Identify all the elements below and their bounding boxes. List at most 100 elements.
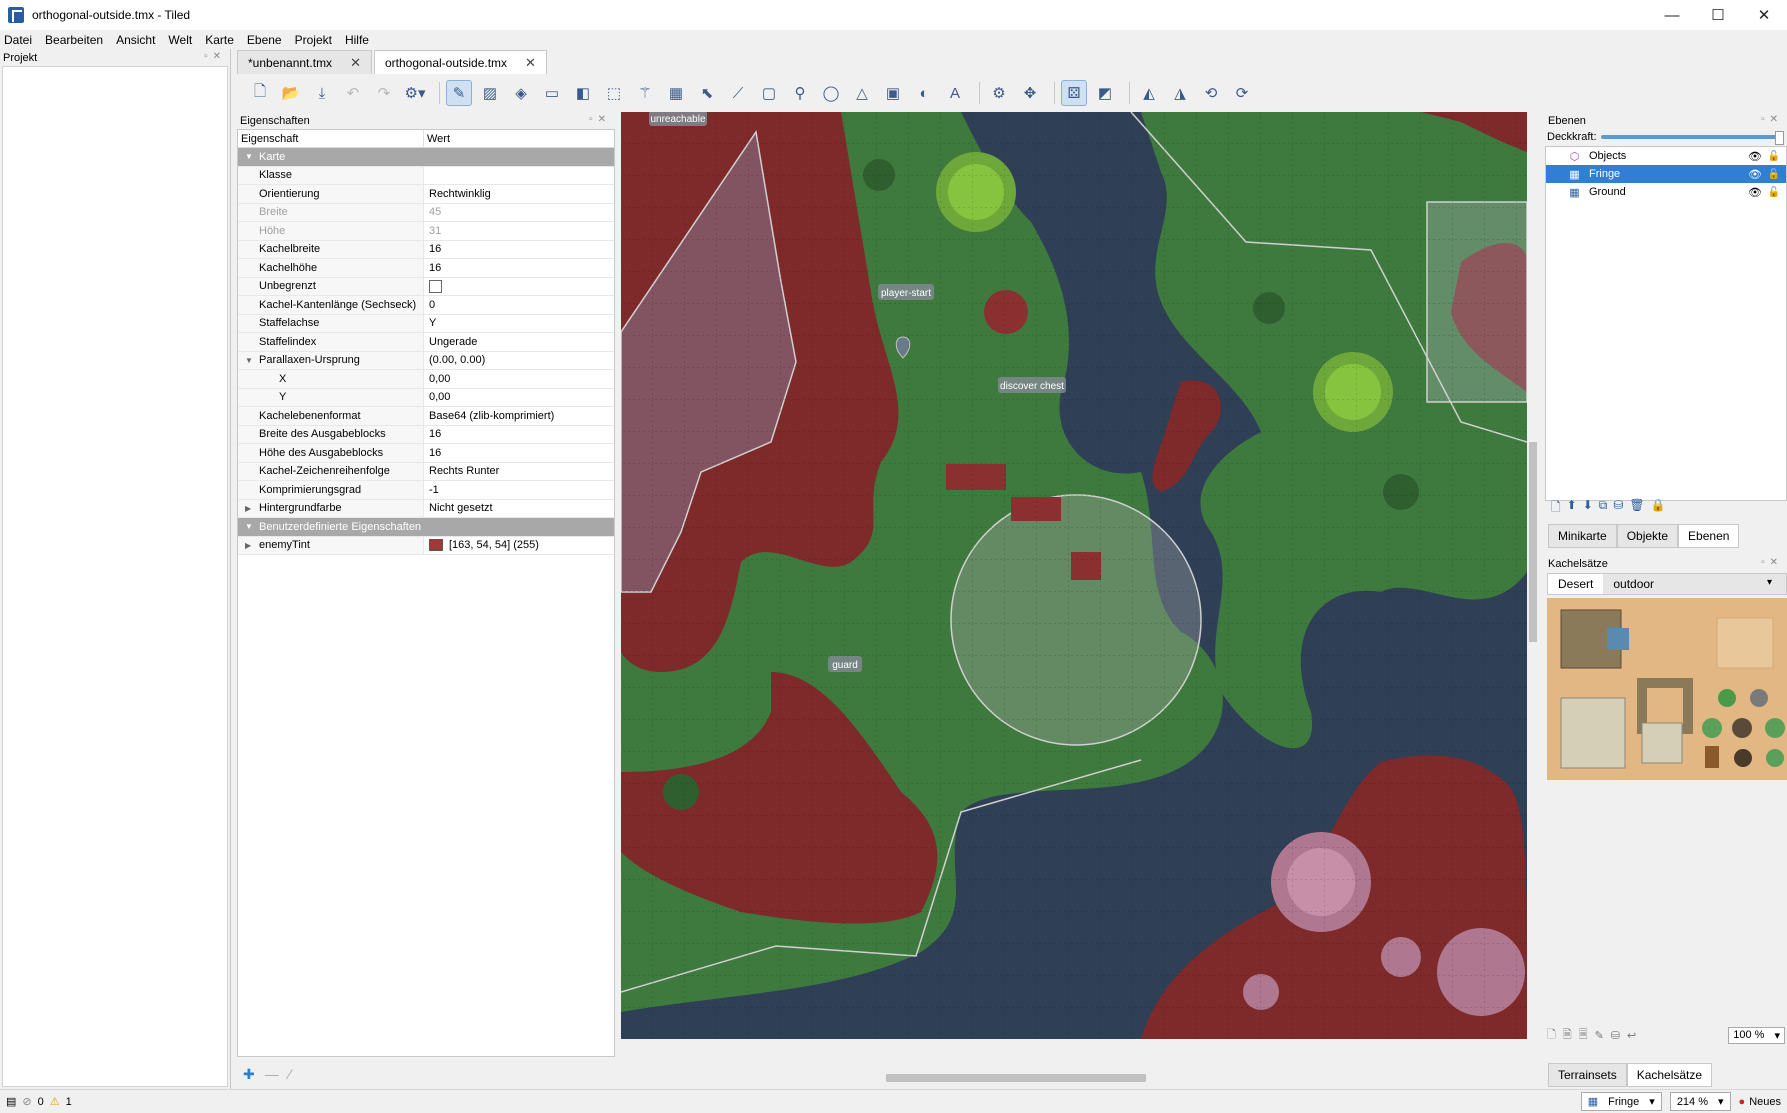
tab-outdoor[interactable]: outdoor (1603, 574, 1664, 594)
lock-icon[interactable]: 🔓 (1768, 151, 1780, 162)
map-vertical-scrollbar[interactable] (1527, 112, 1539, 1072)
menu-bearbeiten[interactable]: Bearbeiten (45, 33, 103, 47)
menu-hilfe[interactable]: Hilfe (345, 33, 369, 47)
select-objects-icon[interactable]: ⬉ (694, 80, 720, 106)
terrain-brush-icon[interactable]: ▨ (477, 80, 503, 106)
stamp-brush-icon[interactable]: ✎ (446, 80, 472, 106)
map-horizontal-scrollbar[interactable] (621, 1072, 1527, 1084)
merge-layer-icon[interactable]: ⛁ (1613, 498, 1623, 519)
flip-horizontal-icon[interactable]: ◭ (1136, 80, 1162, 106)
shape-fill-icon[interactable]: ▭ (539, 80, 565, 106)
prop-row[interactable]: Höhe des Ausgabeblocks 16 (238, 444, 614, 463)
commands-icon[interactable]: ⚙▾ (402, 80, 428, 106)
zoom-combo[interactable]: 214 % ▾ (1669, 1092, 1731, 1111)
delete-layer-icon[interactable]: 🗑 (1629, 498, 1644, 519)
edit-polygons-icon[interactable]: ⟋ (725, 80, 751, 106)
opacity-slider[interactable] (1600, 131, 1785, 145)
panel-float-close-icons[interactable]: ▫✕ (1761, 114, 1783, 125)
tab-objekte[interactable]: Objekte (1616, 524, 1679, 548)
bucket-fill-icon[interactable]: ◈ (508, 80, 534, 106)
visibility-eye-icon[interactable]: 👁 (1748, 150, 1762, 163)
embed-tileset-icon[interactable]: 🗎 (1563, 1026, 1572, 1045)
add-property-icon[interactable]: ✚ (243, 1066, 255, 1083)
export-tileset-icon[interactable]: 🗏 (1579, 1026, 1588, 1045)
project-tree[interactable] (2, 66, 228, 1087)
color-swatch[interactable] (429, 539, 443, 552)
infinite-checkbox[interactable] (429, 279, 442, 293)
undo-icon[interactable]: ↶ (340, 80, 366, 106)
dynamic-wrapping-icon[interactable]: ↩ (1627, 1029, 1636, 1042)
open-file-icon[interactable]: 📂 (278, 80, 304, 106)
prop-row[interactable]: Kachelbreite 16 (238, 240, 614, 259)
prop-row[interactable]: Klasse (238, 166, 614, 185)
wang-fill-icon[interactable]: ◩ (1092, 80, 1118, 106)
prop-row[interactable]: Staffelindex Ungerade (238, 333, 614, 352)
insert-ellipse-icon[interactable]: ◯ (818, 80, 844, 106)
menu-ansicht[interactable]: Ansicht (116, 33, 155, 47)
menu-datei[interactable]: Datei (4, 33, 32, 47)
close-tab-icon[interactable]: ✕ (350, 55, 361, 71)
prop-row[interactable]: Breite des Ausgabeblocks 16 (238, 425, 614, 444)
lower-layer-icon[interactable]: ⬇ (1583, 498, 1593, 519)
prop-row-enemytint[interactable]: ▶ enemyTint [163, 54, 54] (255) (238, 536, 614, 555)
prop-row[interactable]: Kachel-Zeichenreihenfolge Rechts Runter (238, 462, 614, 481)
remove-tileset-icon[interactable]: ⛁ (1611, 1029, 1620, 1042)
random-mode-icon[interactable]: ⚄ (1061, 80, 1087, 106)
layer-ground[interactable]: ▦ Ground 👁 🔓 (1546, 183, 1786, 201)
prop-row-parallax[interactable]: ▼ Parallaxen-Ursprung (0.00, 0.00) (238, 351, 614, 370)
panel-float-close-icons[interactable]: ▫✕ (204, 51, 226, 62)
new-file-icon[interactable]: 🗋 (247, 80, 273, 106)
menu-karte[interactable]: Karte (205, 33, 234, 47)
select-same-tile-icon[interactable]: ▦ (663, 80, 689, 106)
insert-text-icon[interactable]: A (942, 80, 968, 106)
lock-layers-icon[interactable]: 🔒 (1651, 498, 1666, 519)
maximize-button[interactable]: ☐ (1695, 0, 1741, 30)
label-player-start[interactable]: player-start (878, 284, 934, 300)
scroll-thumb[interactable] (886, 1074, 1146, 1082)
flip-vertical-icon[interactable]: ◮ (1167, 80, 1193, 106)
prop-row[interactable]: Y 0,00 (238, 388, 614, 407)
new-layer-icon[interactable]: 🗋 (1551, 498, 1561, 519)
col-eigenschaft[interactable]: Eigenschaft (238, 130, 424, 147)
eraser-icon[interactable]: ◧ (570, 80, 596, 106)
visibility-eye-icon[interactable]: 👁 (1748, 168, 1762, 181)
prop-row[interactable]: Kachel-Kantenlänge (Sechseck) 0 (238, 296, 614, 315)
rename-property-icon[interactable]: ∕ (289, 1066, 291, 1083)
rotate-left-icon[interactable]: ⟲ (1198, 80, 1224, 106)
menu-projekt[interactable]: Projekt (295, 33, 332, 47)
insert-point-icon[interactable]: ⚲ (787, 80, 813, 106)
panel-float-close-icons[interactable]: ▫✕ (1761, 557, 1783, 568)
menu-ebene[interactable]: Ebene (247, 33, 282, 47)
prop-row[interactable]: Staffelachse Y (238, 314, 614, 333)
group-karte[interactable]: ▼ Karte (238, 148, 614, 167)
lock-icon[interactable]: 🔓 (1768, 169, 1780, 180)
menu-welt[interactable]: Welt (168, 33, 192, 47)
tab-desert[interactable]: Desert (1548, 574, 1604, 594)
world-tool-icon[interactable]: ⚙ (986, 80, 1012, 106)
visibility-eye-icon[interactable]: 👁 (1748, 186, 1762, 199)
close-button[interactable]: ✕ (1741, 0, 1787, 30)
prop-row-bgcolor[interactable]: ▶ Hintergrundfarbe Nicht gesetzt (238, 499, 614, 518)
tab-minikarte[interactable]: Minikarte (1548, 524, 1617, 548)
insert-rectangle-icon[interactable]: ▢ (756, 80, 782, 106)
news-button[interactable]: ● Neues (1739, 1096, 1781, 1108)
magic-wand-icon[interactable]: ⚚ (632, 80, 658, 106)
layer-fringe[interactable]: ▦ Fringe 👁 🔓 (1546, 165, 1786, 183)
group-custom-properties[interactable]: ▼ Benutzerdefinierte Eigenschaften (238, 518, 614, 537)
tab-orthogonal-outside[interactable]: orthogonal-outside.tmx ✕ (373, 50, 547, 74)
move-icon[interactable]: ✥ (1017, 80, 1043, 106)
prop-row[interactable]: Unbegrenzt (238, 277, 614, 296)
layer-combo[interactable]: ▦ Fringe ▾ (1580, 1092, 1662, 1111)
redo-icon[interactable]: ↷ (371, 80, 397, 106)
tab-ebenen[interactable]: Ebenen (1678, 524, 1740, 548)
layer-objects[interactable]: ⬡ Objects 👁 🔓 (1546, 147, 1786, 165)
duplicate-layer-icon[interactable]: ⧉ (1599, 498, 1608, 519)
edit-tileset-icon[interactable]: ✎ (1595, 1029, 1604, 1042)
warning-icon[interactable]: ⚠ (50, 1095, 60, 1108)
scroll-thumb[interactable] (1529, 442, 1537, 642)
label-guard[interactable]: guard (828, 656, 862, 672)
tab-unbenannt[interactable]: *unbenannt.tmx ✕ (237, 50, 372, 74)
tab-terrainsets[interactable]: Terrainsets (1548, 1063, 1627, 1087)
tileset-dropdown-icon[interactable]: ▾ (1757, 577, 1782, 588)
tileset-grid[interactable] (1547, 598, 1787, 780)
